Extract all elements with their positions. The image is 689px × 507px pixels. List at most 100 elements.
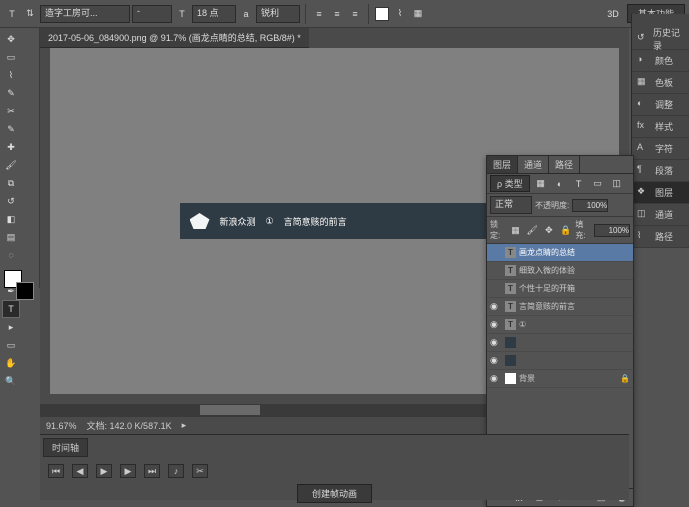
layer-row[interactable]: T个性十足的开箱 [487,280,633,298]
rail-paragraph[interactable]: ¶段落 [632,160,689,182]
eyedropper-tool[interactable]: ✎ [2,120,20,138]
brush-tool[interactable]: 🖌 [2,156,20,174]
opacity-input[interactable] [572,199,608,212]
lock-all-icon[interactable]: 🔒 [559,222,573,238]
layer-thumb: T [505,301,516,312]
font-style-select[interactable]: - [132,5,172,23]
scroll-thumb[interactable] [200,405,260,415]
layer-row[interactable] [487,352,633,370]
document-tab[interactable]: 2017-05-06_084900.png @ 91.7% (画龙点睛的总结, … [40,28,309,48]
3d-icon[interactable]: 3D [605,6,621,22]
stamp-tool[interactable]: ⧉ [2,174,20,192]
align-center-icon[interactable]: ≡ [329,6,345,22]
timeline-tab[interactable]: 时间轴 [43,438,88,457]
fill-input[interactable] [594,224,630,237]
orientation-icon[interactable]: ⇅ [22,6,38,22]
rail-styles[interactable]: fx样式 [632,116,689,138]
history-icon: ↺ [637,32,649,46]
lock-pos-icon[interactable]: ✥ [542,222,556,238]
font-size-select[interactable]: 18 点 [192,5,236,23]
filter-smart-icon[interactable]: ◫ [609,176,625,192]
type-tool[interactable]: T [2,300,20,318]
zoom-level[interactable]: 91.67% [46,421,77,431]
background-swatch[interactable] [16,282,34,300]
eye-icon[interactable] [490,247,502,259]
first-frame-button[interactable]: ⏮ [48,464,64,478]
heal-tool[interactable]: ✚ [2,138,20,156]
layer-row[interactable]: 背景🔒 [487,370,633,388]
eye-icon[interactable] [490,301,502,313]
blend-mode-select[interactable]: 正常 [490,196,532,214]
quick-select-tool[interactable]: ✎ [2,84,20,102]
play-button[interactable]: ▶ [96,464,112,478]
layer-thumb [505,373,516,384]
history-brush-tool[interactable]: ↺ [2,192,20,210]
tab-channels[interactable]: 通道 [518,156,549,173]
blur-tool[interactable]: ◌ [2,246,20,264]
color-swatches[interactable] [4,270,34,300]
shape-tool[interactable]: ▭ [2,336,20,354]
move-tool[interactable]: ✥ [2,30,20,48]
eye-icon[interactable] [490,355,502,367]
filter-pixel-icon[interactable]: ▦ [533,176,549,192]
rail-history[interactable]: ↺历史记录 [632,28,689,50]
filter-shape-icon[interactable]: ▭ [590,176,606,192]
layer-thumb [505,355,516,366]
layer-thumb: T [505,283,516,294]
timeline-panel: 时间轴 ⏮ ◀ ▶ ▶ ⏭ ♪ ✂ 创建帧动画 [40,434,629,500]
gradient-tool[interactable]: ▤ [2,228,20,246]
marquee-tool[interactable]: ▭ [2,48,20,66]
eye-icon[interactable] [490,265,502,277]
rail-channels[interactable]: ◫通道 [632,204,689,226]
path-select-tool[interactable]: ▸ [2,318,20,336]
layer-thumb: T [505,265,516,276]
layer-row[interactable]: T① [487,316,633,334]
rail-color[interactable]: ◑颜色 [632,50,689,72]
tab-layers[interactable]: 图层 [487,156,518,173]
font-family-select[interactable]: 造字工房可... [40,5,130,23]
tab-paths[interactable]: 路径 [549,156,580,173]
lock-pixel-icon[interactable]: 🖌 [525,222,539,238]
split-button[interactable]: ✂ [192,464,208,478]
rail-paths[interactable]: ⌇路径 [632,226,689,248]
eye-icon[interactable] [490,319,502,331]
rail-character[interactable]: A字符 [632,138,689,160]
lasso-tool[interactable]: ⌇ [2,66,20,84]
chevron-right-icon[interactable]: ▸ [182,420,187,431]
hand-tool[interactable]: ✋ [2,354,20,372]
char-panel-icon[interactable]: ▦ [410,6,426,22]
text-color-swatch[interactable] [374,6,390,22]
banner-brand: 新浪众测 [220,215,256,228]
filter-type-icon[interactable]: T [571,176,587,192]
layer-row[interactable]: T画龙点睛的总结 [487,244,633,262]
next-frame-button[interactable]: ▶ [120,464,136,478]
search-type-select[interactable]: ρ 类型 [490,175,530,192]
eye-icon[interactable] [490,283,502,295]
rail-label: 图层 [655,186,673,199]
eye-icon[interactable] [490,373,502,385]
warp-icon[interactable]: ⌇ [392,6,408,22]
lock-trans-icon[interactable]: ▦ [509,222,523,238]
layer-search: ρ 类型 ▦ ◐ T ▭ ◫ [487,174,633,194]
audio-button[interactable]: ♪ [168,464,184,478]
rail-layers[interactable]: ❖图层 [632,182,689,204]
prev-frame-button[interactable]: ◀ [72,464,88,478]
options-bar: T ⇅ 造字工房可... - T 18 点 a 锐利 ≡ ≡ ≡ ⌇ ▦ 3D … [0,0,689,28]
zoom-tool[interactable]: 🔍 [2,372,20,390]
eye-icon[interactable] [490,337,502,349]
rail-swatches[interactable]: ▦色板 [632,72,689,94]
rail-adjust[interactable]: ◐调整 [632,94,689,116]
layer-row[interactable] [487,334,633,352]
crop-tool[interactable]: ✂ [2,102,20,120]
aa-select[interactable]: 锐利 [256,5,300,23]
create-frame-animation-button[interactable]: 创建帧动画 [297,484,372,503]
align-right-icon[interactable]: ≡ [347,6,363,22]
layer-row[interactable]: T细致入微的体验 [487,262,633,280]
filter-adjust-icon[interactable]: ◐ [552,176,568,192]
layer-name: 个性十足的开箱 [519,283,575,294]
last-frame-button[interactable]: ⏭ [144,464,160,478]
align-left-icon[interactable]: ≡ [311,6,327,22]
layer-row[interactable]: T言简意赅的前言 [487,298,633,316]
eraser-tool[interactable]: ◧ [2,210,20,228]
tool-preset-icon[interactable]: T [4,6,20,22]
